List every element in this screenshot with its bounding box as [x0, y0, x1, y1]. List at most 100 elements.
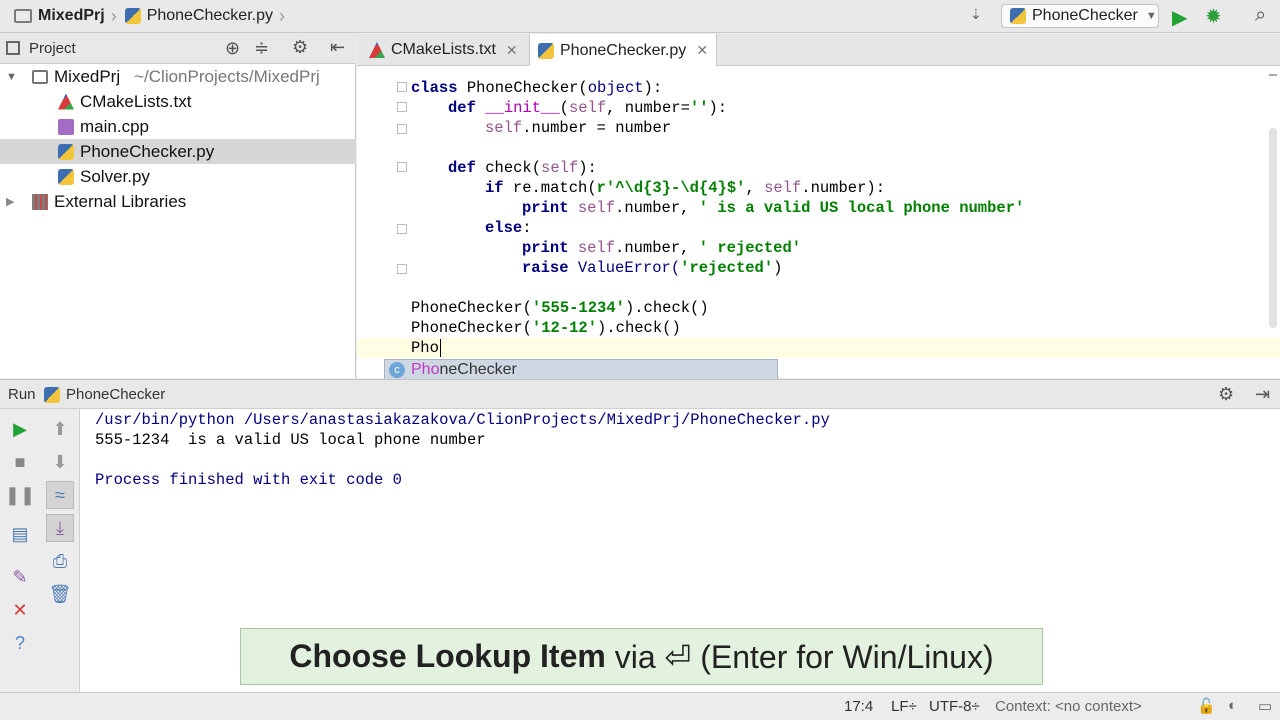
code-line: PhoneChecker('555-1234').check() [411, 299, 709, 317]
close-icon[interactable]: ✕ [8, 598, 32, 622]
python-icon [44, 387, 60, 403]
fold-marker[interactable] [397, 162, 407, 172]
scroll-to-end-icon[interactable]: ⤓ [46, 514, 74, 542]
file-label: main.cpp [80, 116, 149, 136]
navigation-bar: MixedPrj › PhoneChecker.py › ⇣ PhoneChec… [0, 0, 1280, 33]
file-label: CMakeLists.txt [80, 91, 192, 111]
code-line: class PhoneChecker(object): [411, 79, 663, 97]
layout-icon[interactable]: ▤ [8, 522, 32, 546]
tab-phonechecker[interactable]: PhoneChecker.py ✕ [529, 34, 717, 67]
run-panel-header: Run PhoneChecker ⚙ ⇥ [0, 379, 1280, 409]
pin-icon[interactable]: ✎ [8, 565, 32, 589]
code-editor[interactable]: class PhoneChecker(object): def __init__… [357, 66, 1280, 378]
fold-marker[interactable] [397, 124, 407, 134]
help-icon[interactable]: ? [8, 631, 32, 655]
tree-item-phonechecker[interactable]: PhoneChecker.py [0, 139, 356, 164]
project-tree: ▼ MixedPrj ~/ClionProjects/MixedPrj CMak… [0, 64, 356, 378]
stop-icon[interactable]: ■ [8, 450, 32, 474]
collapse-all-icon[interactable]: ≑ [254, 38, 269, 59]
lock-icon[interactable]: 🔓 [1197, 697, 1216, 715]
gear-icon[interactable]: ⚙ [292, 37, 308, 58]
pause-icon[interactable]: ❚❚ [5, 483, 35, 507]
breadcrumb-file[interactable]: PhoneChecker.py [147, 7, 273, 25]
folder-icon [32, 69, 48, 84]
text-cursor [439, 339, 441, 357]
sort-icon[interactable]: ⇣ [970, 6, 982, 23]
console-line: /usr/bin/python /Users/anastasiakazakova… [95, 411, 830, 429]
code-line: print self.number, ' rejected' [522, 239, 802, 257]
event-log-icon[interactable]: ▭ [1258, 697, 1272, 715]
run-config-name: PhoneChecker [66, 386, 166, 403]
banner-shortcut: via ⏎ (Enter for Win/Linux) [605, 638, 994, 675]
run-panel-title: Run [8, 386, 36, 403]
breadcrumb-project[interactable]: MixedPrj [38, 7, 105, 25]
trash-icon[interactable]: 🗑 [48, 582, 72, 606]
caret-position[interactable]: 17:4 [844, 698, 873, 715]
run-configuration-select[interactable]: PhoneChecker ▼ [1001, 4, 1159, 28]
file-label: Solver.py [80, 166, 150, 186]
chevron-down-icon[interactable]: ▼ [6, 71, 18, 83]
code-line: PhoneChecker('12-12').check() [411, 319, 681, 337]
tree-item-main-cpp[interactable]: main.cpp [0, 114, 356, 139]
fold-marker[interactable] [397, 264, 407, 274]
dropdown-arrow-icon: ▼ [1145, 10, 1157, 22]
debug-icon[interactable]: ✹ [1205, 4, 1222, 29]
project-panel-title: Project [29, 40, 76, 57]
close-icon[interactable]: ✕ [696, 42, 708, 59]
search-icon[interactable]: ⌕ [1255, 4, 1266, 27]
tree-item-cmakelists[interactable]: CMakeLists.txt [0, 89, 356, 114]
fold-marker[interactable] [397, 102, 407, 112]
tree-root[interactable]: ▼ MixedPrj ~/ClionProjects/MixedPrj [0, 64, 356, 89]
tab-label: CMakeLists.txt [391, 41, 496, 58]
file-encoding[interactable]: UTF-8÷ [929, 698, 980, 715]
shortcut-banner: Choose Lookup Item via ⏎ (Enter for Win/… [240, 628, 1043, 685]
gear-icon[interactable]: ⚙ [1218, 384, 1234, 405]
fold-marker[interactable] [397, 224, 407, 234]
python-file-icon [58, 168, 74, 185]
close-icon[interactable]: ✕ [506, 42, 518, 59]
arrow-down-icon[interactable]: ⬇ [48, 450, 72, 474]
external-libraries-label: External Libraries [54, 191, 187, 211]
file-label: PhoneChecker.py [80, 141, 215, 161]
rerun-icon[interactable]: ▶ [8, 417, 32, 441]
chevron-right-icon: › [110, 5, 117, 26]
hide-panel-icon[interactable]: ⇥ [1255, 384, 1270, 405]
inspector-icon[interactable]: ◐ [1228, 697, 1237, 714]
cpp-file-icon [58, 118, 74, 135]
project-tool-icon [6, 41, 20, 55]
banner-action: Choose Lookup Item [289, 638, 606, 674]
locate-icon[interactable]: ⊕ [225, 38, 240, 59]
chevron-right-icon[interactable]: ▶ [6, 195, 18, 208]
code-line-current: Pho [411, 339, 441, 357]
library-icon [32, 193, 48, 210]
console-line: Process finished with exit code 0 [95, 471, 402, 489]
completion-item[interactable]: PhoneChecker [411, 361, 517, 379]
code-line: raise ValueError('rejected') [522, 259, 783, 277]
scrollbar[interactable] [1269, 128, 1277, 328]
tree-item-external-libraries[interactable]: ▶ External Libraries [0, 189, 356, 214]
code-line: def __init__(self, number=''): [448, 99, 728, 117]
status-bar: 17:4 LF÷ UTF-8÷ Context: <no context> 🔓 … [0, 692, 1280, 720]
soft-wrap-icon[interactable]: ≈ [46, 481, 74, 509]
python-file-icon [124, 8, 141, 24]
tree-item-solver[interactable]: Solver.py [0, 164, 356, 189]
editor-tabs: CMakeLists.txt ✕ PhoneChecker.py ✕ [357, 34, 1280, 67]
completion-popup[interactable]: c PhoneChecker [384, 359, 778, 381]
tab-cmakelists[interactable]: CMakeLists.txt ✕ [361, 34, 525, 66]
arrow-up-icon[interactable]: ⬆ [48, 417, 72, 441]
run-icon[interactable]: ▶ [1172, 5, 1187, 30]
fold-marker[interactable] [397, 82, 407, 92]
python-icon [1010, 8, 1026, 24]
code-line: else: [485, 219, 532, 237]
project-panel-header: Project ⊕ ≑ ⚙ ⇤ [0, 34, 356, 64]
print-icon[interactable]: ⎙ [48, 549, 72, 573]
python-file-icon [58, 143, 74, 160]
breadcrumb: MixedPrj › PhoneChecker.py › [14, 0, 285, 32]
chevron-right-icon: › [279, 5, 285, 26]
context-indicator[interactable]: Context: <no context> [995, 698, 1142, 715]
line-separator[interactable]: LF÷ [891, 698, 917, 715]
project-root-path: ~/ClionProjects/MixedPrj [134, 66, 320, 86]
hide-panel-icon[interactable]: ⇤ [330, 37, 345, 58]
editor-marker [1269, 74, 1277, 82]
project-root-name: MixedPrj [54, 66, 121, 86]
